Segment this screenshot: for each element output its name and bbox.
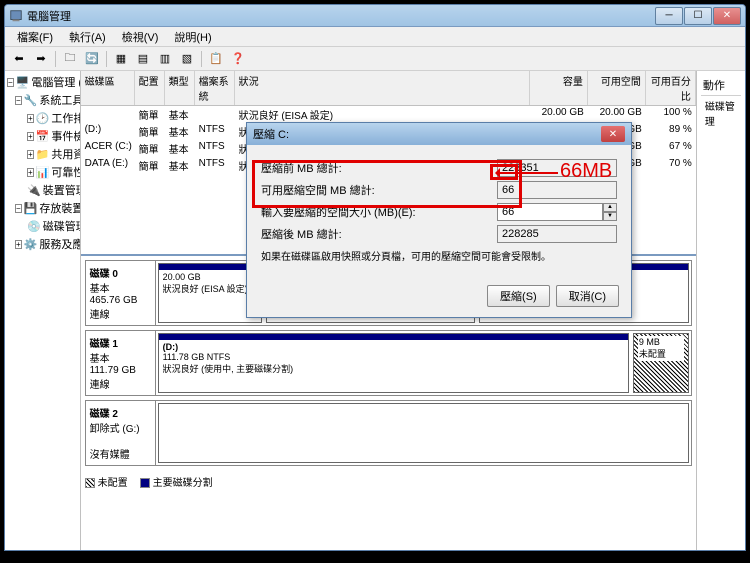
expand-icon[interactable]: +	[27, 132, 34, 141]
expand-icon[interactable]: +	[27, 168, 34, 177]
menu-help[interactable]: 說明(H)	[166, 27, 219, 47]
tree-eventviewer[interactable]: +📅事件檢視器	[27, 127, 78, 145]
dialog-note: 如果在磁碟區啟用快照或分頁檔，可用的壓縮空間可能會受限制。	[261, 251, 617, 265]
expand-icon[interactable]: −	[15, 96, 22, 105]
view2-button[interactable]: ▤	[133, 49, 153, 69]
help-button[interactable]: ❓	[228, 49, 248, 69]
expand-icon[interactable]: −	[15, 204, 22, 213]
view4-button[interactable]: ▧	[177, 49, 197, 69]
row-enter: 輸入要壓縮的空間大小 (MB)(E): ▲ ▼	[261, 203, 617, 221]
disk1-unalloc[interactable]: 9 MB未配置	[633, 333, 689, 393]
actions-pane: 動作 磁碟管理	[697, 71, 745, 550]
annotation-arrow	[498, 172, 558, 174]
cancel-button[interactable]: 取消(C)	[556, 285, 619, 307]
row-after: 壓縮後 MB 總計:	[261, 225, 617, 243]
disk-1: 磁碟 1 基本 111.79 GB 連線 (D:)111.78 GB NTFS狀…	[85, 330, 692, 396]
volume-header: 磁碟區 配置 類型 檔案系統 狀況 容量 可用空間 可用百分比	[81, 71, 696, 106]
tree-diskmgmt[interactable]: 💿磁碟管理	[27, 217, 78, 235]
tree-services[interactable]: +⚙️服務及應用程式	[15, 235, 78, 253]
disk2-empty[interactable]	[158, 403, 689, 463]
row-avail: 可用壓縮空間 MB 總計:	[261, 181, 617, 199]
legend: 未配置 主要磁碟分割	[81, 470, 696, 493]
expand-icon[interactable]: −	[7, 78, 14, 87]
expand-icon[interactable]: +	[27, 114, 34, 123]
disk-0-label: 磁碟 0 基本 465.76 GB 連線	[86, 261, 156, 325]
dialog-titlebar: 壓縮 C: ✕	[247, 123, 631, 145]
actions-diskmgmt[interactable]: 磁碟管理	[701, 96, 741, 130]
back-button[interactable]: ⬅	[9, 49, 29, 69]
toolbar: ⬅ ➡ 🗀 🔄 ▦ ▤ ▥ ▧ 📋 ❓	[5, 47, 745, 71]
view1-button[interactable]: ▦	[111, 49, 131, 69]
annotation-label: 66MB	[560, 160, 612, 183]
tree-reliability[interactable]: +📊可靠性和效能	[27, 163, 78, 181]
menu-file[interactable]: 檔案(F)	[9, 27, 61, 47]
disk1-part0[interactable]: (D:)111.78 GB NTFS狀況良好 (使用中, 主要磁碟分割)	[158, 333, 629, 393]
col-status[interactable]: 狀況	[235, 71, 530, 105]
disk-2: 磁碟 2 卸除式 (G:) 沒有媒體	[85, 400, 692, 466]
close-button[interactable]: ✕	[713, 7, 741, 25]
shrink-dialog: 壓縮 C: ✕ 壓縮前 MB 總計: 可用壓縮空間 MB 總計: 輸入要壓縮的空…	[246, 122, 632, 318]
expand-icon[interactable]: +	[27, 150, 34, 159]
expand-icon[interactable]: +	[15, 240, 22, 249]
disk-2-label: 磁碟 2 卸除式 (G:) 沒有媒體	[86, 401, 156, 465]
titlebar: 電腦管理 ─ ☐ ✕	[5, 5, 745, 27]
col-drive[interactable]: 磁碟區	[81, 71, 135, 105]
app-icon	[9, 9, 23, 23]
col-cap[interactable]: 容量	[530, 71, 588, 105]
spin-up-button[interactable]: ▲	[603, 203, 617, 212]
view3-button[interactable]: ▥	[155, 49, 175, 69]
avail-input	[497, 181, 617, 199]
tree-storage[interactable]: −💾存放裝置	[15, 199, 78, 217]
menubar: 檔案(F) 執行(A) 檢視(V) 說明(H)	[5, 27, 745, 47]
col-fs[interactable]: 檔案系統	[195, 71, 235, 105]
dialog-title: 壓縮 C:	[253, 126, 601, 142]
tree-scheduler[interactable]: +🕑工作排程器	[27, 109, 78, 127]
forward-button[interactable]: ➡	[31, 49, 51, 69]
volume-row[interactable]: 簡單基本狀況良好 (EISA 設定)20.00 GB20.00 GB100 %	[81, 106, 696, 123]
col-free[interactable]: 可用空間	[588, 71, 646, 105]
col-type[interactable]: 類型	[165, 71, 195, 105]
menu-view[interactable]: 檢視(V)	[114, 27, 167, 47]
shrink-amount-input[interactable]	[497, 203, 603, 221]
dialog-close-button[interactable]: ✕	[601, 126, 625, 142]
up-button[interactable]: 🗀	[60, 49, 80, 69]
window-title: 電腦管理	[27, 8, 654, 24]
spin-down-button[interactable]: ▼	[603, 212, 617, 221]
disk-1-label: 磁碟 1 基本 111.79 GB 連線	[86, 331, 156, 395]
menu-action[interactable]: 執行(A)	[61, 27, 114, 47]
shrink-button[interactable]: 壓縮(S)	[487, 285, 550, 307]
actions-head: 動作	[701, 75, 741, 96]
tree-devicemgr[interactable]: 🔌裝置管理員	[27, 181, 78, 199]
col-layout[interactable]: 配置	[135, 71, 165, 105]
minimize-button[interactable]: ─	[655, 7, 683, 25]
prop-button[interactable]: 📋	[206, 49, 226, 69]
tree-shared[interactable]: +📁共用資料夾	[27, 145, 78, 163]
after-input	[497, 225, 617, 243]
maximize-button[interactable]: ☐	[684, 7, 712, 25]
nav-tree: −🖥️電腦管理 (本機) −🔧系統工具 +🕑工作排程器 +📅事件檢視器 +📁共用…	[5, 71, 81, 550]
col-pct[interactable]: 可用百分比	[646, 71, 696, 105]
tree-systools[interactable]: −🔧系統工具	[15, 91, 78, 109]
refresh-button[interactable]: 🔄	[82, 49, 102, 69]
tree-root[interactable]: −🖥️電腦管理 (本機)	[7, 73, 78, 91]
